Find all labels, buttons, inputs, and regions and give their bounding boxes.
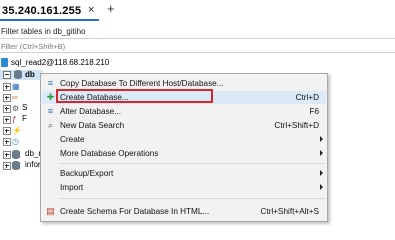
menu-item-shortcut: Ctrl+D: [295, 93, 319, 102]
menu-item-label: Copy Database To Different Host/Database…: [60, 79, 224, 88]
create-database-icon: ✚: [46, 92, 55, 102]
table-icon: ▦: [12, 82, 20, 91]
menu-item-label: Create Schema For Database In HTML...: [60, 207, 210, 216]
database-label: db_r: [25, 149, 42, 158]
event-icon: ◷: [12, 137, 19, 146]
expand-icon[interactable]: [3, 116, 11, 124]
collapse-icon[interactable]: [3, 71, 11, 79]
tree-folder-node[interactable]: ∞: [0, 92, 43, 103]
menu-item-import[interactable]: Import: [42, 181, 326, 194]
menu-item-shortcut: F6: [309, 107, 319, 116]
expand-icon[interactable]: [3, 83, 11, 91]
tree-folder-node[interactable]: ƒF: [0, 114, 43, 125]
menu-separator: [59, 163, 325, 164]
copy-database-icon: ≡: [47, 78, 54, 88]
tree-folder-node[interactable]: ⚙ S: [0, 103, 43, 114]
submenu-arrow-icon: [320, 136, 323, 142]
expand-icon[interactable]: [3, 127, 11, 135]
menu-item-shortcut: Ctrl+Shift+Alt+S: [260, 207, 319, 216]
database-icon: [12, 161, 20, 170]
expand-icon[interactable]: [3, 138, 11, 146]
tree-folder-node[interactable]: ◷: [0, 136, 43, 147]
database-node[interactable]: infor: [0, 160, 43, 171]
database-label: db: [25, 70, 35, 79]
filter-placeholder: Filter (Ctrl+Shift+B): [1, 42, 66, 51]
menu-item-label: New Data Search: [60, 121, 125, 130]
alter-database-icon: ≡: [47, 106, 54, 116]
menu-item-label: Backup/Export: [60, 169, 114, 178]
tree-folder-label: S: [22, 103, 28, 112]
tab-title: 35.240.161.255: [2, 5, 82, 17]
expand-icon[interactable]: [3, 151, 11, 159]
tree-folder-label: F: [22, 114, 27, 123]
expand-icon[interactable]: [3, 162, 11, 170]
menu-item-more-database-operations[interactable]: More Database Operations: [42, 147, 326, 160]
database-label: infor: [25, 160, 41, 169]
expand-icon[interactable]: [3, 94, 11, 102]
submenu-arrow-icon: [320, 150, 323, 156]
database-node[interactable]: db_r: [0, 149, 43, 160]
connection-node[interactable]: sql_read2@118.68.218.210: [0, 57, 200, 69]
connection-tab[interactable]: 35.240.161.255 ×: [0, 2, 99, 21]
view-icon: ∞: [12, 93, 18, 102]
menu-item-create-schema-html[interactable]: ▤ Create Schema For Database In HTML... Ct…: [42, 205, 326, 218]
menu-item-alter-database[interactable]: ≡ Alter Database... F6: [42, 105, 326, 118]
menu-item-label: Alter Database...: [60, 107, 121, 116]
database-icon: [12, 150, 20, 159]
expand-icon[interactable]: [3, 105, 11, 113]
procedure-icon: ⚙: [12, 104, 20, 113]
tab-bar: 35.240.161.255 × +: [0, 0, 395, 21]
function-icon: ƒ: [12, 115, 17, 124]
filter-input[interactable]: Filter (Ctrl+Shift+B): [0, 38, 395, 53]
schema-html-icon: ▤: [46, 206, 55, 216]
menu-item-label: Create: [60, 135, 85, 144]
context-menu: ≡ Copy Database To Different Host/Databas…: [40, 73, 328, 222]
trigger-icon: ⚡: [12, 126, 22, 135]
close-icon[interactable]: ×: [88, 4, 94, 16]
menu-item-label: More Database Operations: [60, 149, 159, 158]
menu-item-new-data-search[interactable]: ⌕ New Data Search Ctrl+Shift+D: [42, 119, 326, 132]
menu-item-create-database[interactable]: ✚ Create Database... Ctrl+D: [42, 91, 326, 104]
submenu-arrow-icon: [320, 170, 323, 176]
tree-folder-node[interactable]: ▦: [0, 81, 43, 92]
tree-folder-node[interactable]: ⚡: [0, 125, 43, 136]
database-icon: [14, 70, 22, 79]
data-search-icon: ⌕: [47, 120, 54, 130]
add-tab-icon[interactable]: +: [107, 2, 115, 15]
menu-item-shortcut: Ctrl+Shift+D: [274, 121, 319, 130]
menu-separator: [59, 198, 325, 199]
menu-item-label: Create Database...: [60, 93, 129, 102]
menu-item-create[interactable]: Create: [42, 133, 326, 146]
filter-label: Filter tables in db_gitiho: [1, 27, 86, 36]
database-node[interactable]: db: [0, 70, 43, 80]
menu-item-copy-database[interactable]: ≡ Copy Database To Different Host/Databas…: [42, 77, 326, 90]
submenu-arrow-icon: [320, 184, 323, 190]
menu-item-backup-export[interactable]: Backup/Export: [42, 167, 326, 180]
menu-item-label: Import: [60, 183, 84, 192]
connection-icon: [1, 58, 8, 67]
connection-label: sql_read2@118.68.218.210: [11, 58, 110, 67]
